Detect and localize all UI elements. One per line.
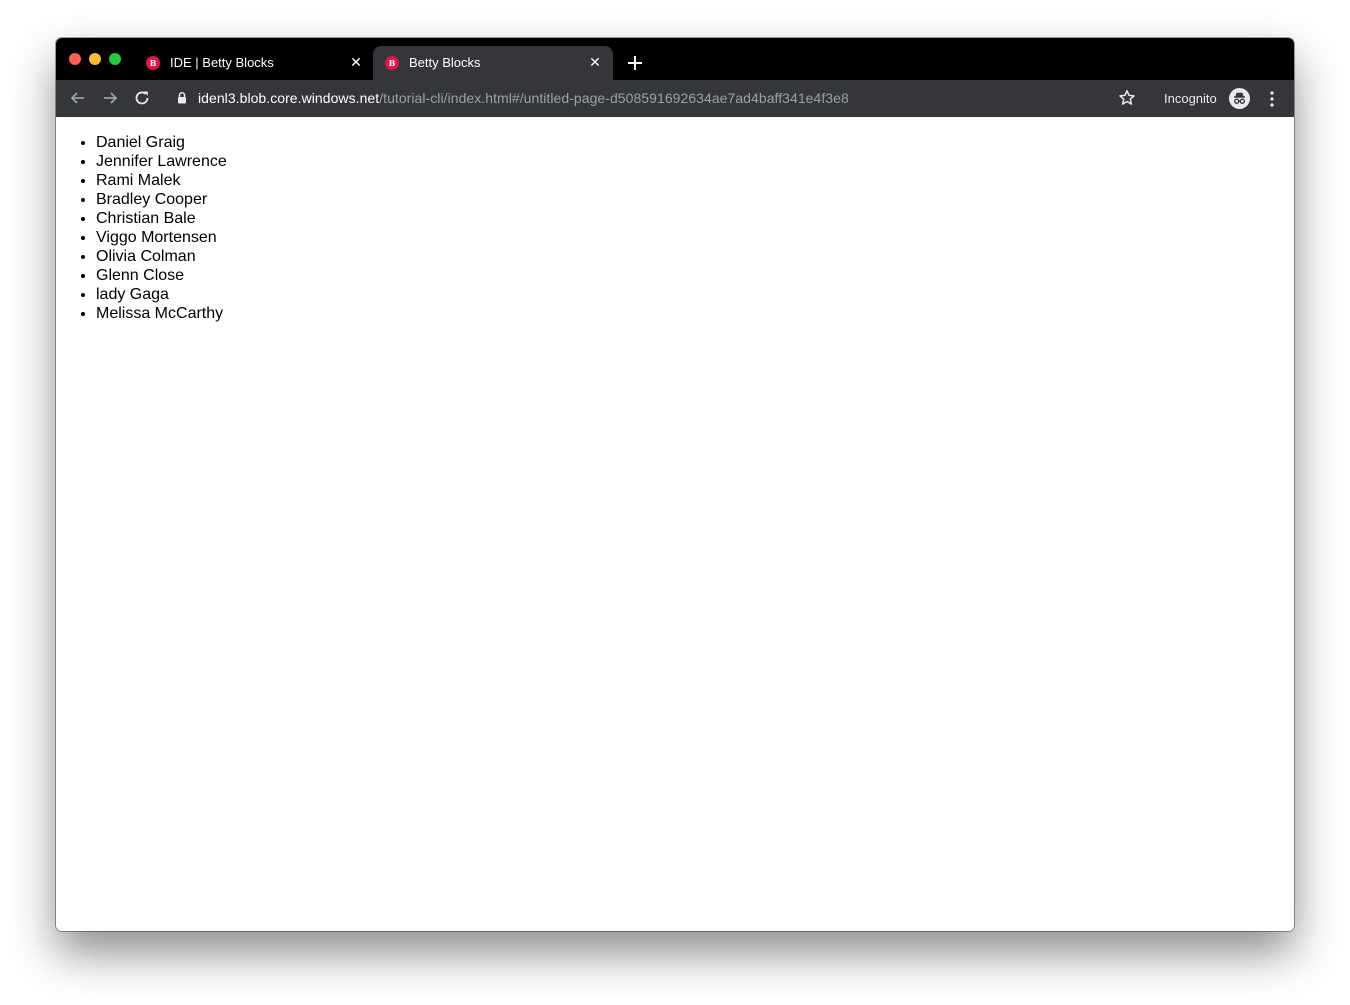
close-tab-icon[interactable]: ✕ bbox=[587, 54, 603, 70]
reload-icon[interactable] bbox=[132, 88, 152, 108]
address-bar[interactable]: idenl3.blob.core.windows.net/tutorial-cl… bbox=[198, 90, 849, 106]
window-close-button[interactable] bbox=[69, 53, 81, 65]
tab-title: Betty Blocks bbox=[409, 55, 481, 70]
url-path: /tutorial-cli/index.html#/untitled-page-… bbox=[379, 90, 849, 106]
names-list: Daniel Graig Jennifer Lawrence Rami Male… bbox=[96, 133, 227, 323]
list-item: lady Gaga bbox=[96, 285, 227, 304]
more-menu-icon[interactable] bbox=[1264, 89, 1280, 109]
browser-toolbar: idenl3.blob.core.windows.net/tutorial-cl… bbox=[56, 80, 1294, 117]
list-item: Jennifer Lawrence bbox=[96, 152, 227, 171]
url-host: idenl3.blob.core.windows.net bbox=[198, 90, 380, 106]
bookmark-star-icon[interactable] bbox=[1117, 88, 1137, 108]
betty-blocks-icon: B bbox=[146, 56, 160, 70]
tab-betty-blocks[interactable]: B Betty Blocks ✕ bbox=[373, 46, 613, 80]
window-maximize-button[interactable] bbox=[109, 53, 121, 65]
incognito-label[interactable]: Incognito bbox=[1164, 91, 1217, 106]
back-arrow-icon[interactable] bbox=[68, 88, 88, 108]
list-item: Glenn Close bbox=[96, 266, 227, 285]
tab-strip: B IDE | Betty Blocks ✕ B Betty Blocks ✕ bbox=[56, 38, 1294, 80]
list-item: Bradley Cooper bbox=[96, 190, 227, 209]
incognito-icon[interactable] bbox=[1229, 88, 1250, 109]
list-item: Christian Bale bbox=[96, 209, 227, 228]
page-content: Daniel Graig Jennifer Lawrence Rami Male… bbox=[56, 117, 1294, 931]
window-minimize-button[interactable] bbox=[89, 53, 101, 65]
new-tab-icon[interactable] bbox=[626, 54, 644, 72]
browser-window: B IDE | Betty Blocks ✕ B Betty Blocks ✕ bbox=[56, 38, 1294, 931]
close-tab-icon[interactable]: ✕ bbox=[348, 54, 364, 70]
list-item: Melissa McCarthy bbox=[96, 304, 227, 323]
tab-title: IDE | Betty Blocks bbox=[170, 55, 274, 70]
betty-blocks-icon: B bbox=[385, 56, 399, 70]
tab-ide-betty-blocks[interactable]: B IDE | Betty Blocks ✕ bbox=[134, 46, 374, 80]
forward-arrow-icon[interactable] bbox=[100, 88, 120, 108]
list-item: Daniel Graig bbox=[96, 133, 227, 152]
list-item: Rami Malek bbox=[96, 171, 227, 190]
list-item: Olivia Colman bbox=[96, 247, 227, 266]
lock-icon bbox=[178, 91, 186, 104]
list-item: Viggo Mortensen bbox=[96, 228, 227, 247]
